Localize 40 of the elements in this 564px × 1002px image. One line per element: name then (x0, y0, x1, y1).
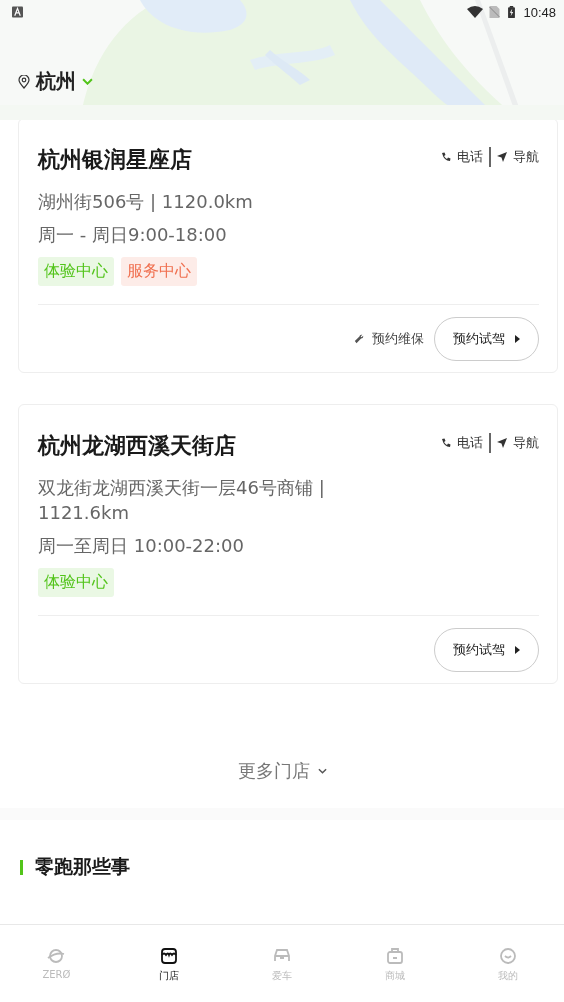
caret-right-icon (515, 335, 520, 343)
no-sim-icon (489, 6, 501, 18)
test-drive-button[interactable]: 预约试驾 (434, 317, 539, 361)
smiley-icon (497, 946, 518, 966)
more-stores-button[interactable]: 更多门店 (231, 758, 333, 784)
notification-icon (12, 6, 23, 18)
shopping-bag-icon (384, 946, 405, 966)
section-title: 零跑那些事 (35, 854, 130, 879)
battery-icon (506, 6, 518, 18)
section-accent-bar (20, 859, 23, 875)
experience-tag: 体验中心 (38, 257, 114, 286)
maintenance-link[interactable]: 预约维保 (354, 330, 424, 348)
navigate-link[interactable]: 导航 (497, 434, 539, 452)
caret-right-icon (515, 646, 520, 654)
navigation-arrow-icon (497, 152, 507, 162)
service-tag: 服务中心 (121, 257, 197, 286)
status-time: 10:48 (523, 4, 556, 20)
phone-link[interactable]: 电话 (441, 434, 483, 452)
wifi-icon (467, 6, 484, 18)
chevron-down-icon (317, 768, 327, 774)
city-selector[interactable]: 杭州 (18, 68, 93, 95)
chevron-down-icon (82, 78, 93, 85)
phone-icon (441, 438, 451, 448)
experience-tag: 体验中心 (38, 568, 114, 597)
wrench-icon (354, 334, 364, 344)
location-pin-icon (18, 74, 30, 89)
store-hours: 周一至周日 10:00-22:00 (38, 534, 245, 558)
store-address: 双龙街龙湖西溪天街一层46号商铺 | 1121.6km (38, 476, 326, 525)
phone-link[interactable]: 电话 (441, 148, 483, 166)
navigate-link[interactable]: 导航 (497, 148, 539, 166)
phone-icon (441, 152, 451, 162)
store-hours: 周一 - 周日9:00-18:00 (38, 223, 228, 247)
navigation-arrow-icon (497, 438, 507, 448)
planet-icon (46, 946, 67, 966)
store-name: 杭州龙湖西溪天街店 (38, 432, 236, 460)
tab-item[interactable]: 门店 (112, 925, 226, 1002)
store-name: 杭州银润星座店 (38, 146, 192, 174)
storefront-icon (159, 946, 180, 966)
test-drive-button[interactable]: 预约试驾 (434, 628, 539, 672)
store-address: 湖州街506号 | 1120.0km (38, 190, 254, 214)
